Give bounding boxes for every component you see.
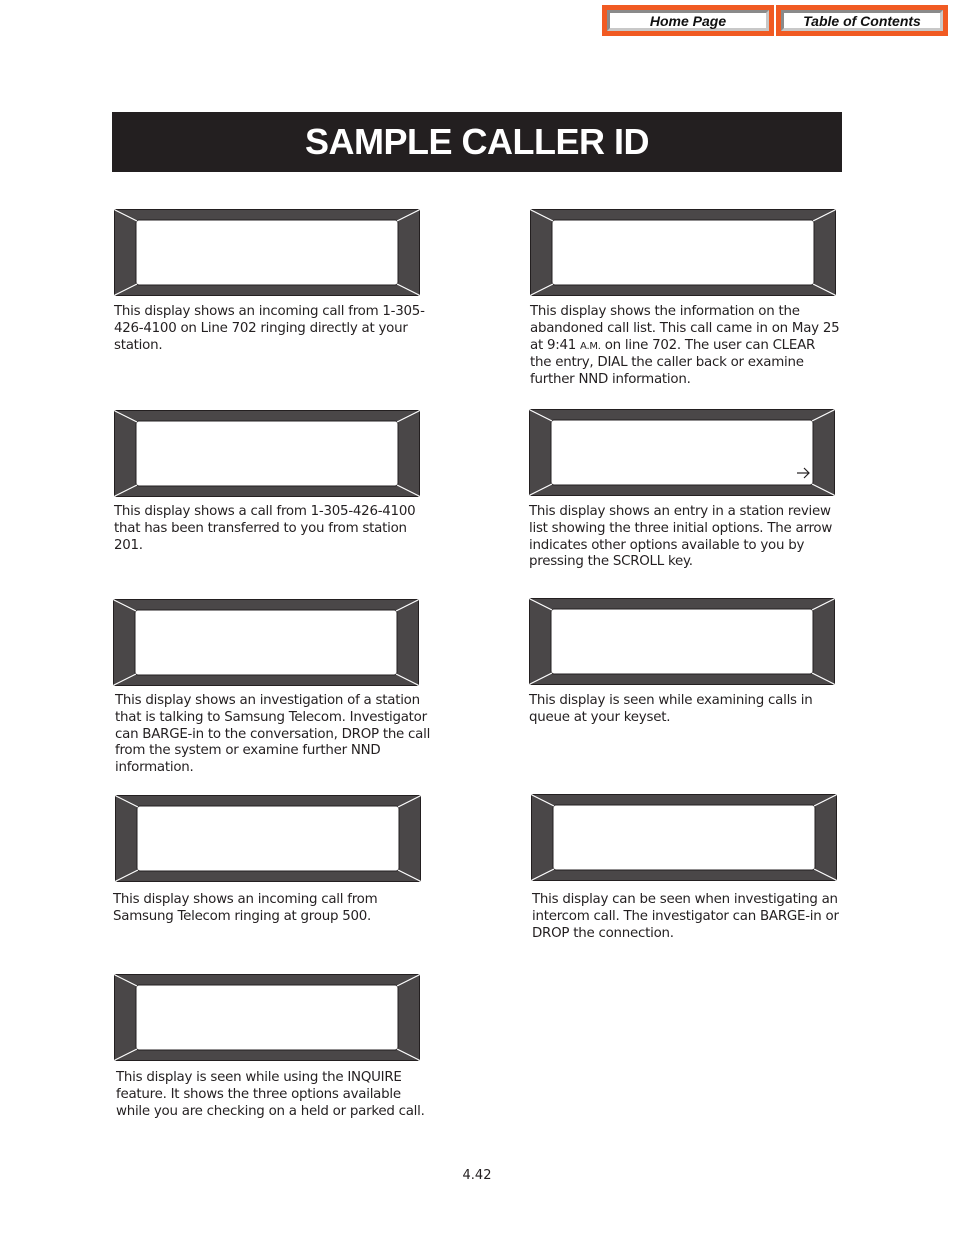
lcd-bezel — [115, 795, 421, 882]
lcd-display — [115, 795, 421, 882]
lcd-bezel — [529, 409, 835, 496]
lcd-bezel — [114, 209, 420, 296]
home-page-button[interactable]: Home Page — [602, 5, 774, 36]
lcd-bezel — [529, 598, 835, 685]
lcd-display — [529, 598, 835, 685]
home-page-label: Home Page — [607, 10, 769, 31]
lcd-screen — [135, 219, 399, 286]
display-caption: This display shows an entry in a station… — [529, 504, 833, 570]
lcd-screen — [134, 609, 398, 676]
page-number: 4.42 — [462, 1168, 492, 1183]
lcd-bezel — [114, 410, 420, 497]
lcd-display — [114, 209, 420, 296]
display-caption: This display shows a call from 1-305-426… — [114, 504, 416, 553]
table-of-contents-button[interactable]: Table of Contents — [776, 5, 948, 36]
lcd-screen — [550, 608, 814, 675]
lcd-display — [531, 794, 837, 881]
lcd-screen — [135, 420, 399, 487]
lcd-display — [529, 409, 835, 496]
lcd-screen — [552, 804, 816, 871]
lcd-screen — [551, 219, 815, 286]
display-caption: This display is seen while examining cal… — [529, 693, 813, 725]
lcd-display — [114, 974, 420, 1061]
lcd-screen — [550, 419, 814, 486]
display-caption: This display shows an incoming call from… — [113, 892, 378, 924]
page-title: SAMPLE CALLER ID — [304, 121, 650, 162]
lcd-bezel — [114, 974, 420, 1061]
lcd-display — [114, 410, 420, 497]
lcd-bezel — [113, 599, 419, 686]
display-caption: This display shows an investigation of a… — [115, 693, 431, 776]
lcd-screen — [136, 805, 400, 872]
display-caption: This display can be seen when investigat… — [532, 892, 839, 941]
lcd-display — [530, 209, 836, 296]
lcd-bezel — [530, 209, 836, 296]
table-of-contents-label: Table of Contents — [781, 10, 943, 31]
lcd-bezel — [531, 794, 837, 881]
caption-small-caps: A.M. — [580, 340, 601, 352]
lcd-display — [113, 599, 419, 686]
title-banner: SAMPLE CALLER ID — [112, 112, 842, 172]
display-caption: This display is seen while using the INQ… — [116, 1070, 425, 1119]
lcd-screen — [135, 984, 399, 1051]
display-caption: This display shows the information on th… — [530, 304, 840, 389]
display-caption: This display shows an incoming call from… — [114, 304, 425, 353]
